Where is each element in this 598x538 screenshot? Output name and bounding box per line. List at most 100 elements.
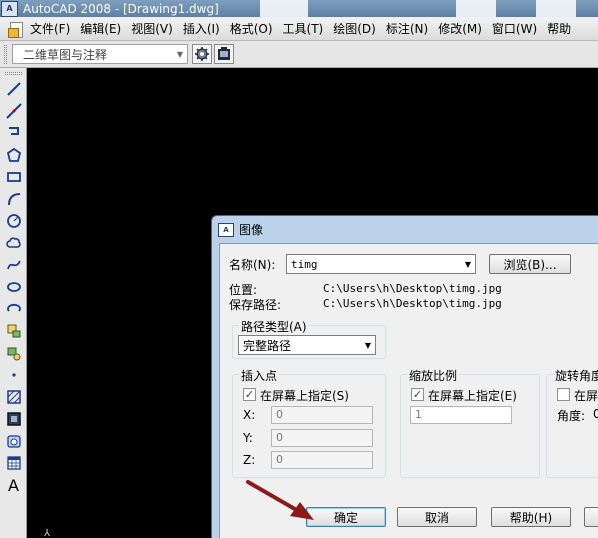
insertion-specify-checkbox[interactable] (243, 388, 256, 401)
revision-cloud-tool[interactable] (4, 233, 24, 253)
polyline-icon (9, 127, 19, 135)
x-label: X: (243, 408, 256, 422)
location-value: C:\Users\h\Desktop\timg.jpg (323, 282, 502, 295)
y-label: Y: (243, 431, 253, 445)
line-icon (7, 82, 21, 96)
title-glare (536, 0, 576, 17)
rotation-specify-checkbox[interactable] (557, 388, 570, 401)
ellipse-tool[interactable] (4, 277, 24, 297)
workspace-lock-button[interactable] (214, 44, 234, 64)
gradient-tool[interactable] (4, 409, 24, 429)
insertion-point-title: 插入点 (239, 367, 280, 384)
title-glare (260, 0, 308, 17)
spline-icon (7, 260, 21, 270)
menu-modify[interactable]: 修改(M) (438, 20, 482, 37)
scale-title: 缩放比例 (407, 367, 460, 384)
help-button[interactable]: 帮助(H) (491, 507, 571, 527)
point-tool[interactable] (4, 365, 24, 385)
menu-help[interactable]: 帮助 (547, 20, 571, 37)
polyline-tool[interactable] (4, 123, 24, 143)
construction-line-icon (6, 103, 22, 119)
draw-toolbar: A (0, 68, 27, 538)
workspace-settings-button[interactable] (192, 44, 212, 64)
chevron-down-icon: ▼ (464, 259, 472, 269)
scale-specify-checkbox[interactable] (411, 388, 424, 401)
name-combobox[interactable]: timg ▼ (286, 254, 476, 274)
insertion-specify-label: 在屏幕上指定(S) (260, 389, 349, 403)
chevron-down-icon: ▼ (364, 340, 372, 350)
multiline-text-tool[interactable]: A (4, 475, 24, 495)
document-menu-icon[interactable] (8, 21, 24, 38)
menu-bar: 文件(F) 编辑(E) 视图(V) 插入(I) 格式(O) 工具(T) 绘图(D… (0, 17, 598, 41)
angle-label: 角度: (557, 409, 586, 423)
svg-text:A: A (8, 476, 19, 494)
workspace-toolbar: 二维草图与注释 ▼ (0, 41, 598, 68)
angle-value[interactable]: 0 (593, 407, 598, 421)
ellipse-arc-tool[interactable] (4, 299, 24, 319)
gradient-icon (7, 412, 21, 426)
scale-specify-label: 在屏幕上指定(E) (428, 389, 517, 403)
rectangle-icon (7, 172, 21, 182)
menu-draw[interactable]: 绘图(D) (333, 20, 376, 37)
rotation-group: 旋转角度 在屏幕 角度: 0 (546, 367, 598, 478)
details-button[interactable]: 详 (584, 507, 598, 527)
make-block-tool[interactable] (4, 343, 24, 363)
save-path-label: 保存路径: (229, 298, 282, 312)
gear-icon (195, 47, 209, 61)
circle-icon (7, 214, 21, 228)
make-block-icon (7, 347, 21, 361)
insert-block-tool[interactable] (4, 321, 24, 341)
name-value: timg (291, 257, 318, 271)
z-field[interactable]: 0 (271, 451, 373, 469)
arc-icon (8, 193, 21, 206)
z-label: Z: (243, 453, 256, 467)
dialog-title: 图像 (239, 223, 264, 237)
autocad-app-icon: A (218, 222, 234, 237)
line-tool[interactable] (4, 79, 24, 99)
polygon-icon (6, 147, 22, 162)
table-tool[interactable] (4, 453, 24, 473)
cancel-button[interactable]: 取消 (397, 507, 477, 527)
toolbar-grip[interactable] (4, 45, 7, 64)
scale-group: 缩放比例 在屏幕上指定(E) 1 (400, 367, 540, 478)
insert-block-icon (7, 324, 21, 338)
x-field[interactable]: 0 (271, 406, 373, 424)
construction-line-tool[interactable] (4, 101, 24, 121)
polygon-tool[interactable] (4, 145, 24, 165)
hatch-tool[interactable] (4, 387, 24, 407)
title-glare (456, 0, 496, 17)
table-icon (7, 456, 21, 470)
menu-file[interactable]: 文件(F) (30, 20, 70, 37)
spline-tool[interactable] (4, 255, 24, 275)
revision-cloud-icon (6, 237, 21, 248)
circle-tool[interactable] (4, 211, 24, 231)
menu-format[interactable]: 格式(O) (230, 20, 273, 37)
toolbar-grip[interactable] (5, 72, 22, 75)
autocad-app-icon[interactable]: A (1, 0, 18, 17)
browse-button[interactable]: 浏览(B)... (489, 254, 571, 274)
ellipse-arc-icon (7, 303, 21, 312)
menu-tools[interactable]: 工具(T) (283, 20, 324, 37)
menu-window[interactable]: 窗口(W) (492, 20, 537, 37)
rotation-title: 旋转角度 (553, 367, 598, 384)
annotation-arrow (246, 480, 314, 520)
rectangle-tool[interactable] (4, 167, 24, 187)
workspace-value: 二维草图与注释 (23, 47, 108, 62)
menu-dimension[interactable]: 标注(N) (386, 20, 428, 37)
y-field[interactable]: 0 (271, 429, 373, 447)
path-type-value: 完整路径 (243, 338, 292, 353)
menu-view[interactable]: 视图(V) (131, 20, 173, 37)
path-type-group: 路径类型(A) 完整路径 ▼ (232, 318, 386, 359)
workspace-dropdown[interactable]: 二维草图与注释 ▼ (12, 44, 188, 64)
region-tool[interactable] (4, 431, 24, 451)
title-bar: A AutoCAD 2008 - [Drawing1.dwg] (0, 0, 598, 17)
path-type-dropdown[interactable]: 完整路径 ▼ (238, 335, 376, 355)
arc-tool[interactable] (4, 189, 24, 209)
region-icon (7, 435, 21, 448)
hatch-icon (7, 390, 21, 404)
menu-insert[interactable]: 插入(I) (183, 20, 220, 37)
dialog-title-bar[interactable]: A 图像 (212, 216, 598, 243)
scale-field[interactable]: 1 (410, 406, 512, 424)
menu-edit[interactable]: 编辑(E) (80, 20, 121, 37)
window-title: AutoCAD 2008 - [Drawing1.dwg] (23, 1, 219, 16)
